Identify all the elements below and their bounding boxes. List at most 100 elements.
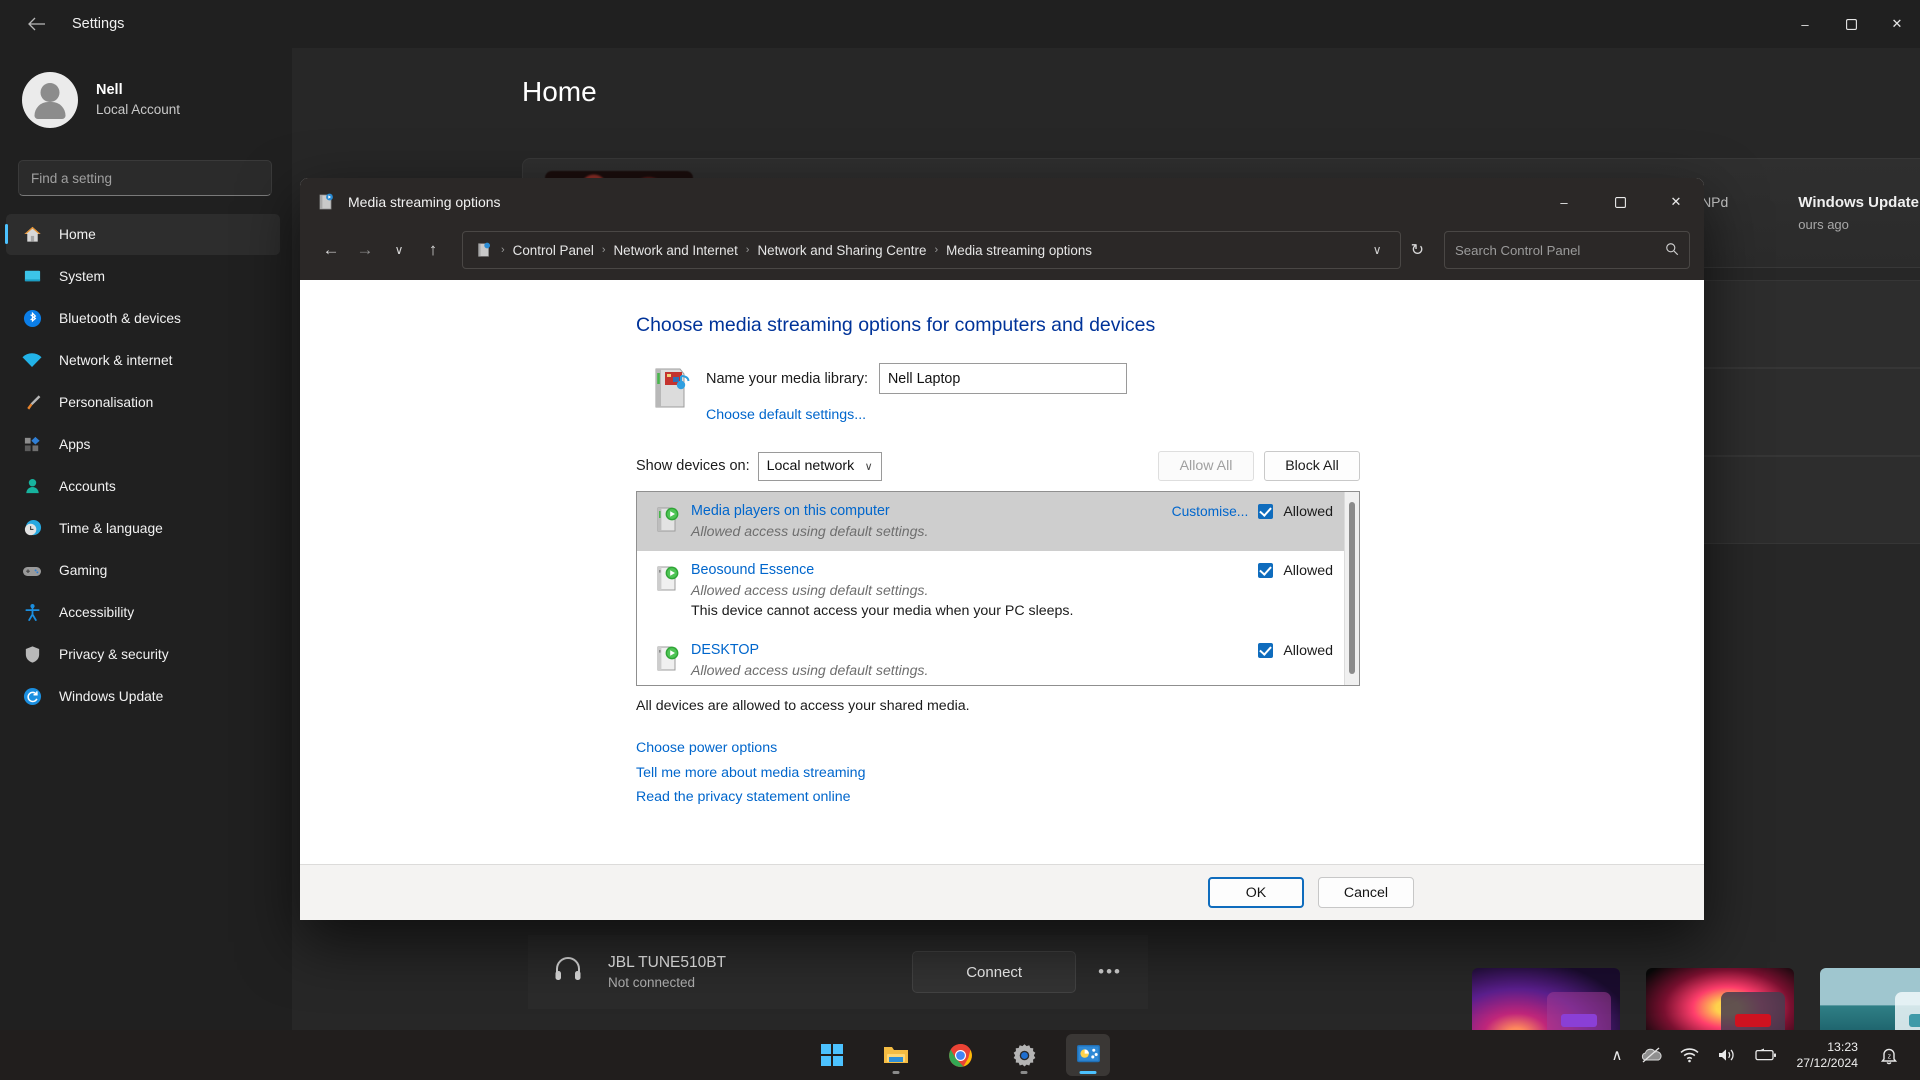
- device-name[interactable]: Media players on this computer: [691, 501, 1172, 521]
- more-options-button[interactable]: •••: [1098, 962, 1122, 982]
- show-devices-select[interactable]: Local network ∨: [757, 451, 882, 481]
- sidebar-item-home[interactable]: Home: [5, 214, 280, 255]
- nav-up-icon[interactable]: ↑: [416, 233, 450, 267]
- sidebar-item-bluetooth-devices[interactable]: Bluetooth & devices: [6, 298, 280, 339]
- customise-link[interactable]: Customise...: [1172, 502, 1249, 522]
- media-library-name-input[interactable]: [878, 363, 1127, 394]
- close-button[interactable]: ✕: [1874, 0, 1920, 48]
- allowed-checkbox[interactable]: [1258, 563, 1274, 578]
- maximize-button[interactable]: [1828, 0, 1874, 48]
- search-input[interactable]: [1455, 242, 1665, 258]
- allowed-label: Allowed: [1283, 563, 1333, 579]
- nav-recent-locations-icon[interactable]: ∨: [382, 233, 416, 267]
- ok-button[interactable]: OK: [1208, 877, 1304, 908]
- start-button[interactable]: [810, 1034, 854, 1076]
- scrollbar-thumb[interactable]: [1349, 502, 1355, 674]
- settings-sidebar: Nell Local Account Home System: [0, 48, 292, 1030]
- sidebar-item-system[interactable]: System: [6, 256, 280, 297]
- profile-name: Nell: [96, 82, 123, 98]
- choose-default-settings-link[interactable]: Choose default settings...: [706, 407, 1127, 423]
- control-panel-search-box[interactable]: [1444, 231, 1690, 269]
- block-all-button[interactable]: Block All: [1264, 451, 1360, 481]
- breadcrumb-item-network-and-internet[interactable]: Network and Internet: [607, 243, 743, 258]
- minimize-button[interactable]: –: [1536, 178, 1592, 226]
- chevron-down-icon: ∨: [864, 460, 873, 473]
- user-profile[interactable]: Nell Local Account: [0, 48, 292, 134]
- onedrive-paused-icon[interactable]: [1631, 1034, 1671, 1076]
- cancel-button[interactable]: Cancel: [1318, 877, 1414, 908]
- device-list[interactable]: Media players on this computer Allowed a…: [636, 491, 1360, 686]
- sidebar-item-accounts[interactable]: Accounts: [6, 466, 280, 507]
- back-arrow-icon[interactable]: [14, 8, 58, 40]
- nav-back-icon[interactable]: ←: [314, 233, 348, 267]
- connect-button[interactable]: Connect: [912, 951, 1077, 993]
- tray-overflow-icon[interactable]: ∧: [1602, 1034, 1631, 1076]
- home-icon: [22, 225, 42, 245]
- wifi-icon[interactable]: [1671, 1034, 1708, 1076]
- show-devices-selected-value: Local network: [766, 458, 855, 474]
- device-list-item[interactable]: Beosound Essence Allowed access using de…: [637, 551, 1359, 631]
- choose-power-options-link[interactable]: Choose power options: [636, 736, 1704, 761]
- sidebar-item-personalisation[interactable]: Personalisation: [6, 382, 280, 423]
- running-indicator: [892, 1071, 900, 1074]
- settings-search-box[interactable]: [18, 160, 272, 196]
- clock-time: 13:23: [1827, 1040, 1858, 1054]
- sidebar-item-label: Apps: [59, 437, 91, 452]
- settings-icon[interactable]: [1002, 1034, 1046, 1076]
- control-panel-window-controls: – ✕: [1536, 178, 1704, 226]
- sidebar-item-windows-update[interactable]: Windows Update: [6, 676, 280, 717]
- allowed-checkbox[interactable]: [1258, 643, 1274, 658]
- minimize-button[interactable]: –: [1782, 0, 1828, 48]
- device-name[interactable]: DESKTOP: [691, 640, 1258, 660]
- device-list-scrollbar[interactable]: [1344, 492, 1359, 685]
- device-list-item[interactable]: Media players on this computer Allowed a…: [637, 492, 1359, 551]
- media-library-section: Name your media library: Choose default …: [648, 363, 1704, 423]
- sidebar-item-privacy-security[interactable]: Privacy & security: [6, 634, 280, 675]
- sidebar-item-label: Bluetooth & devices: [59, 311, 181, 326]
- allowed-label: Allowed: [1283, 643, 1333, 659]
- accessibility-icon: [22, 603, 42, 623]
- footer-links: Choose power options Tell me more about …: [636, 736, 1704, 810]
- clock-date: 27/12/2024: [1796, 1056, 1858, 1070]
- search-input[interactable]: [31, 170, 259, 186]
- close-button[interactable]: ✕: [1648, 178, 1704, 226]
- breadcrumb[interactable]: › Control Panel › Network and Internet ›…: [462, 231, 1401, 269]
- sidebar-item-apps[interactable]: Apps: [6, 424, 280, 465]
- breadcrumb-item-control-panel[interactable]: Control Panel: [507, 243, 600, 258]
- sidebar-item-accessibility[interactable]: Accessibility: [6, 592, 280, 633]
- tell-me-more-link[interactable]: Tell me more about media streaming: [636, 761, 1704, 786]
- sidebar-item-time-language[interactable]: Time & language: [6, 508, 280, 549]
- device-name[interactable]: Beosound Essence: [691, 560, 1258, 580]
- clock[interactable]: 13:23 27/12/2024: [1786, 1039, 1870, 1071]
- allowed-checkbox[interactable]: [1258, 504, 1274, 519]
- notification-bell-icon[interactable]: z: [1870, 1034, 1908, 1076]
- breadcrumb-separator: ›: [501, 244, 505, 256]
- nav-forward-icon[interactable]: →: [348, 233, 382, 267]
- page-heading: Choose media streaming options for compu…: [636, 314, 1156, 336]
- file-explorer-icon[interactable]: [874, 1034, 918, 1076]
- chevron-down-icon[interactable]: ∨: [1363, 243, 1392, 257]
- breadcrumb-item-media-streaming-options[interactable]: Media streaming options: [940, 243, 1098, 258]
- device-sleep-note: This device cannot access your media whe…: [691, 681, 1258, 685]
- chrome-icon[interactable]: [938, 1034, 982, 1076]
- taskbar: ∧ 13:23 27/12/2024 z: [0, 1030, 1920, 1080]
- sidebar-item-network-internet[interactable]: Network & internet: [6, 340, 280, 381]
- allow-all-button[interactable]: Allow All: [1158, 451, 1254, 481]
- device-list-item[interactable]: DESKTOP Allowed access using default set…: [637, 631, 1359, 685]
- wifi-icon: [22, 351, 42, 371]
- windows-update-status-sub: ours ago: [1798, 217, 1849, 232]
- breadcrumb-item-network-and-sharing-centre[interactable]: Network and Sharing Centre: [751, 243, 932, 258]
- volume-icon[interactable]: [1708, 1034, 1746, 1076]
- sidebar-item-gaming[interactable]: Gaming: [6, 550, 280, 591]
- maximize-button[interactable]: [1592, 178, 1648, 226]
- headphones-icon: [554, 956, 582, 989]
- active-indicator: [1079, 1071, 1097, 1074]
- refresh-icon[interactable]: ↻: [1401, 240, 1434, 260]
- sidebar-item-label: Accounts: [59, 479, 116, 494]
- control-panel-icon[interactable]: [1066, 1034, 1110, 1076]
- battery-icon[interactable]: [1746, 1034, 1786, 1076]
- privacy-statement-link[interactable]: Read the privacy statement online: [636, 785, 1704, 810]
- allowed-label: Allowed: [1283, 504, 1333, 520]
- all-devices-allowed-text: All devices are allowed to access your s…: [636, 698, 970, 714]
- media-player-device-icon: [651, 641, 685, 675]
